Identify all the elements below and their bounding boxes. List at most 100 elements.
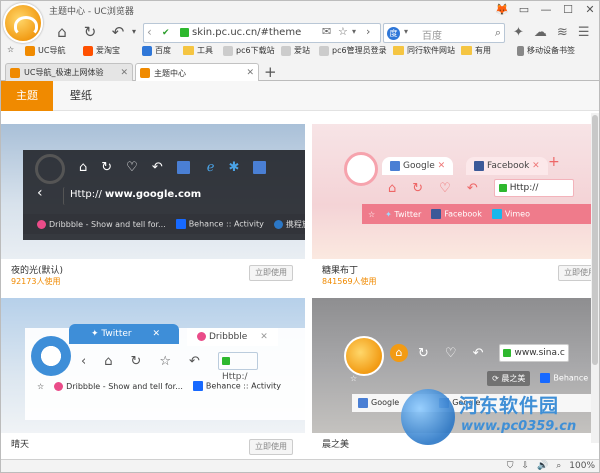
refresh-icon: ↻ (418, 345, 429, 361)
behance-icon (540, 373, 551, 383)
zoom-level[interactable]: 100% (569, 461, 595, 471)
bookmark-tools[interactable]: 工具 (183, 45, 213, 56)
theme-card-candy-pudding[interactable]: Google ✕ Facebook ✕ + ⌂ ↻ ♡ ↶ Http:// ☆ … (312, 124, 592, 296)
apply-theme-button[interactable]: 立即使用 (558, 265, 592, 281)
home-icon[interactable]: ⌂ (53, 23, 71, 41)
volume-icon[interactable]: 🔊 (537, 461, 548, 471)
bookmark-pc6-admin[interactable]: pc6管理员登录 (319, 45, 387, 56)
undo-icon: ↶ (151, 159, 163, 175)
theme-card-night-light[interactable]: ⌂ ↻ ♡ ↶ ℯ ✱ ‹ Http:// www.google.com Dri… (1, 124, 305, 296)
bookmark-taobao[interactable]: 爱淘宝 (83, 45, 120, 56)
tab-wallpaper[interactable]: 壁纸 (61, 81, 101, 111)
bookmark-star-icon[interactable]: ☆ (338, 25, 348, 38)
preview-bookmarks: ☆ ✦ Twitter Facebook Vimeo (362, 204, 592, 224)
refresh-icon: ↻ (130, 353, 142, 369)
star-icon: ☆ (37, 381, 45, 391)
bookmark-uc[interactable]: UC导航 (25, 45, 65, 56)
theme-name: 糖果布丁 (322, 266, 359, 276)
preview-url: www.sina.c (499, 344, 570, 362)
theme-name: 晨之美 (322, 440, 350, 450)
shield-status-icon[interactable]: ⛉ (507, 461, 514, 471)
taobao-icon (83, 45, 93, 56)
theme-subtabs: 主题 壁纸 (1, 81, 599, 111)
zoom-icon[interactable]: ⌕ (556, 461, 561, 471)
bookmark-mobile[interactable]: 移动设备书签 (517, 45, 575, 56)
heart-icon: ♡ (126, 159, 138, 175)
search-input[interactable]: 百度 (422, 27, 442, 42)
home-icon: ⌂ (104, 353, 113, 369)
watermark-logo-icon (401, 389, 455, 445)
dribbble-icon (54, 381, 64, 391)
apply-theme-button[interactable]: 立即使用 (249, 439, 293, 455)
forward-icon[interactable]: › (366, 25, 370, 38)
scrollbar-thumb[interactable] (592, 115, 598, 365)
vimeo-icon (491, 209, 502, 219)
dolphin-icon: ✱ (228, 159, 240, 175)
behance-icon (175, 219, 186, 229)
watermark-url: www.pc0359.cn (461, 419, 577, 434)
apply-theme-button[interactable]: 立即使用 (249, 265, 293, 281)
heart-icon: ♡ (439, 180, 451, 196)
maximize-icon[interactable]: ☐ (561, 3, 575, 16)
cloud-icon[interactable]: ☁ (534, 25, 547, 40)
status-icons: ⛉ ⇩ 🔊 ⌕ 100% (507, 461, 595, 471)
tab-theme-center[interactable]: 主题中心 ✕ (135, 63, 259, 82)
theme-card-sunny[interactable]: ✦ Twitter ✕ Dribbble ✕ ‹ ⌂ ↻ ☆ ↶ Http:/ … (1, 298, 305, 459)
watermark-title: 河东软件园 (459, 395, 560, 417)
refresh-icon[interactable]: ↻ (81, 23, 99, 41)
undo-dropdown-icon[interactable]: ▾ (125, 23, 143, 41)
back-icon: ‹ (37, 185, 43, 201)
baidu-engine-icon[interactable]: 度 (387, 27, 400, 40)
bookmark-baidu[interactable]: 百度 (142, 45, 171, 56)
bookmark-useful[interactable]: 有用 (461, 45, 491, 56)
preview-toolbar: ⌂ ↻ ♡ ↶ ℯ ✱ (23, 154, 305, 180)
shield-icon[interactable]: ✔ (162, 28, 172, 38)
extensions-icon[interactable]: ✦ (513, 25, 524, 40)
star-icon: ☆ (350, 373, 358, 383)
behance-icon (192, 381, 203, 391)
preview-tab-facebook: Facebook ✕ (466, 157, 548, 175)
close-icon[interactable]: ✕ (583, 3, 597, 16)
back-icon[interactable]: ‹ (147, 25, 152, 39)
mail-icon[interactable]: ✉ (322, 25, 331, 38)
theme-name: 晴天 (11, 440, 30, 450)
google-icon (176, 160, 190, 174)
back-icon: ‹ (81, 353, 87, 369)
bookmark-aizhan[interactable]: 爱站 (281, 45, 310, 56)
restore-icon[interactable]: ▭ (517, 3, 531, 16)
facebook-icon (474, 160, 484, 171)
ie-icon: ℯ (206, 159, 215, 175)
new-tab-icon[interactable]: + (264, 63, 277, 81)
search-icon[interactable]: ⌕ (495, 26, 501, 40)
site-watermark: 河东软件园 www.pc0359.cn (401, 389, 599, 459)
theme-users: 841569人使用 (322, 277, 377, 286)
bookmark-peer-sites[interactable]: 同行软件网站 (393, 45, 455, 56)
page-icon (319, 45, 329, 56)
fox-icon[interactable]: 🦊 (495, 3, 509, 16)
toolbar-right: ✦ ☁ ≋ ☰ (513, 25, 589, 40)
ctrip-icon (273, 219, 283, 229)
uc-favicon-icon (10, 67, 20, 78)
url-text[interactable]: skin.pc.uc.cn/#theme (192, 27, 301, 38)
tab-close-icon[interactable]: ✕ (120, 68, 128, 78)
uc-logo-icon (31, 336, 71, 376)
engine-dropdown-icon[interactable]: ▾ (404, 27, 408, 36)
chevron-down-icon[interactable]: ▾ (352, 27, 356, 36)
search-box[interactable]: 度 ▾ 百度 ⌕ (383, 23, 505, 43)
browser-window: 主题中心 - UC浏览器 🦊 ▭ — ☐ ✕ ⌂ ↻ ↶ ▾ ‹ ✔ skin.… (0, 0, 600, 473)
wifi-icon[interactable]: ≋ (557, 25, 568, 40)
tab-theme[interactable]: 主题 (1, 81, 53, 111)
theme-info: 夜的光(默认) 92173人使用 立即使用 (1, 259, 305, 296)
address-bar[interactable]: ‹ ✔ skin.pc.uc.cn/#theme ✉ ☆ ▾ › (143, 23, 381, 43)
menu-icon[interactable]: ☰ (578, 25, 590, 40)
google-icon (358, 397, 368, 408)
tab-uc-nav[interactable]: UC导航_极速上网体验 ✕ (5, 63, 133, 81)
download-icon[interactable]: ⇩ (521, 461, 529, 471)
tab-close-icon[interactable]: ✕ (246, 68, 254, 78)
minimize-icon[interactable]: — (539, 3, 553, 16)
new-tab-icon: + (548, 154, 560, 170)
mobile-icon (517, 45, 524, 56)
bookmark-pc6[interactable]: pc6下载站 (223, 45, 275, 56)
theme-info: 晴天 立即使用 (1, 433, 305, 459)
star-icon[interactable]: ☆ (7, 45, 14, 54)
